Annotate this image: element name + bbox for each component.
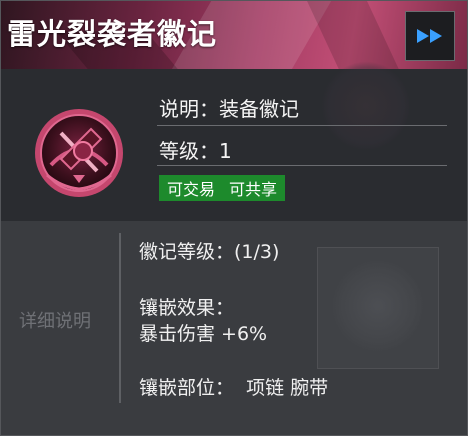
detail-divider	[119, 233, 121, 403]
item-tags-badge: 可交易 可共享	[159, 175, 286, 201]
divider	[157, 165, 447, 166]
inlay-slots: 镶嵌部位： 项链 腕带	[139, 377, 329, 399]
item-description: 说明：装备徽记	[159, 97, 299, 121]
emblem-icon	[35, 109, 123, 197]
divider	[157, 125, 447, 126]
item-title: 雷光裂袭者徽记	[7, 17, 218, 51]
tag-tradeable: 可交易	[167, 180, 216, 199]
tag-shareable: 可共享	[229, 180, 278, 199]
header-decoration	[297, 1, 405, 69]
item-tooltip-panel: 雷光裂袭者徽记 说明：装备徽记 等级：1 可交易 可共享 详细说明 徽记等级：(…	[0, 0, 468, 436]
inlay-effect-value: 暴击伤害 +6%	[139, 323, 268, 345]
emblem-level: 徽记等级：(1/3)	[139, 241, 280, 263]
background-emblem	[321, 61, 411, 151]
item-level: 等级：1	[159, 139, 232, 163]
tooltip-header: 雷光裂袭者徽记	[1, 1, 467, 69]
detail-section-label: 详细说明	[19, 311, 91, 332]
inlay-effect-label: 镶嵌效果：	[139, 297, 235, 319]
fast-forward-button[interactable]	[405, 11, 455, 61]
fast-forward-icon	[417, 29, 442, 43]
background-emblem	[331, 259, 425, 353]
